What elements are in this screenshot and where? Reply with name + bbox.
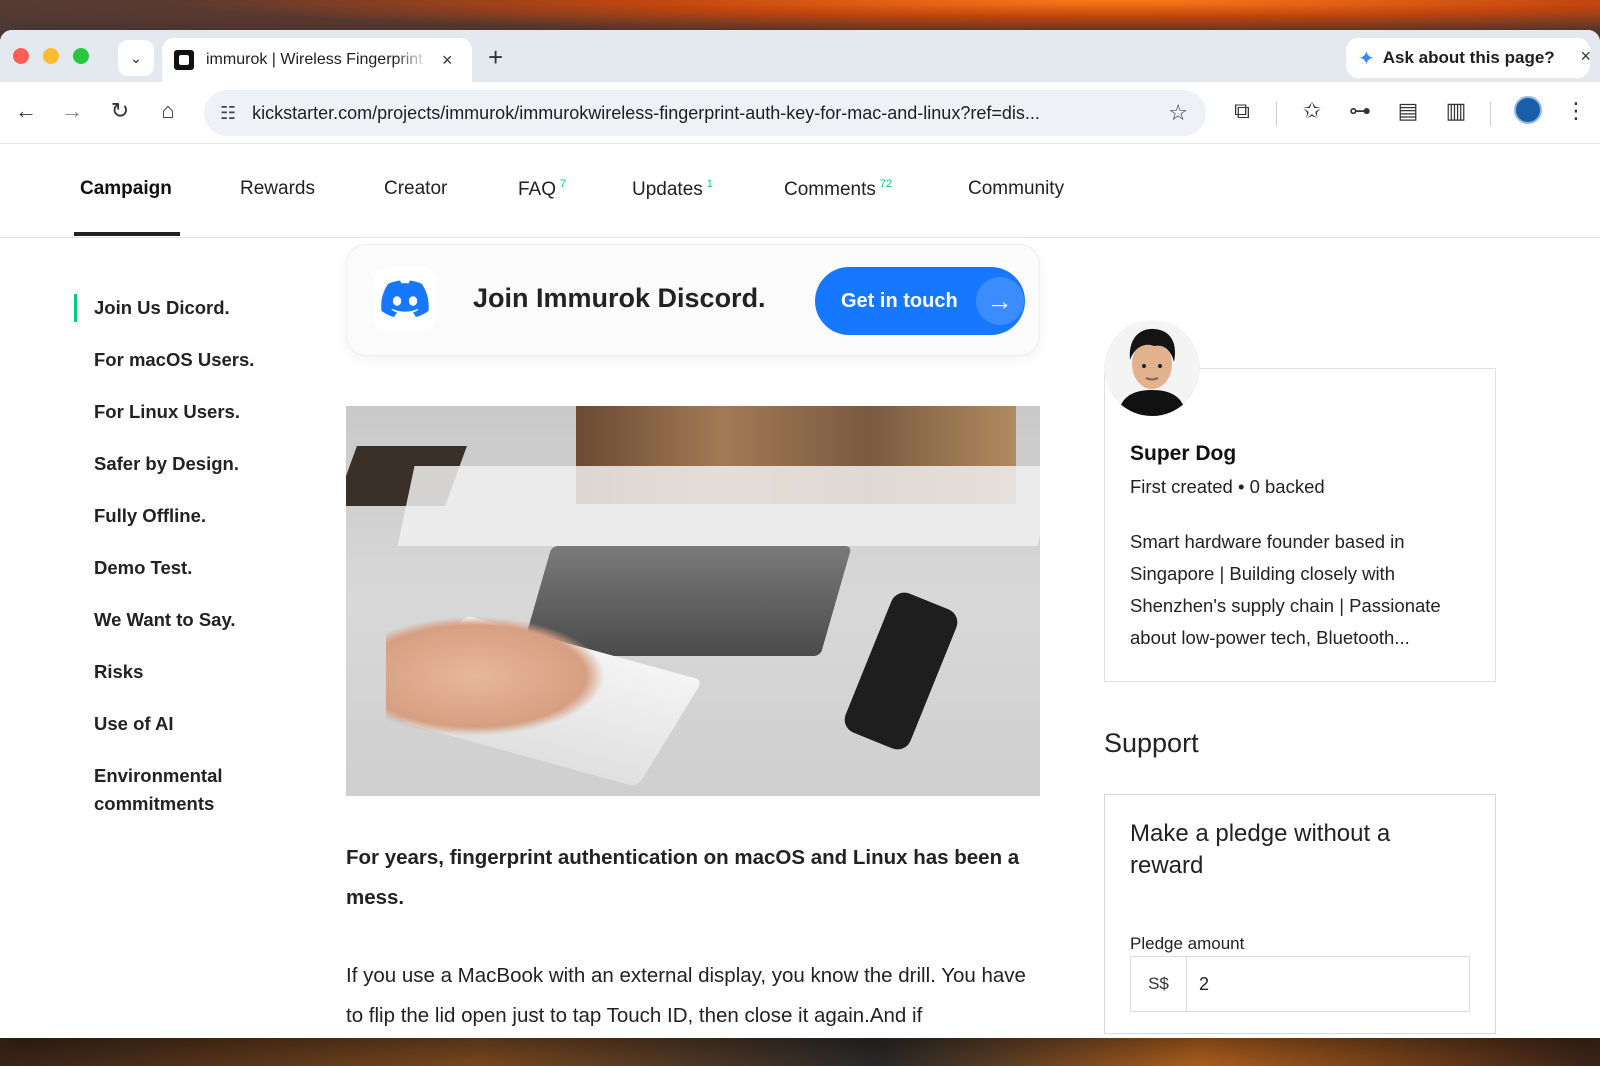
close-window-button[interactable] [13, 48, 29, 64]
arrow-right-icon: → [975, 277, 1024, 325]
pledge-title: Make a pledge without a reward [1130, 820, 1391, 879]
url-text[interactable]: kickstarter.com/projects/immurok/immurok… [252, 103, 1152, 124]
kickstarter-favicon-icon [174, 50, 194, 70]
creator-meta: First created • 0 backed [1130, 476, 1325, 497]
updates-count-badge: 1 [706, 178, 713, 190]
toc-item[interactable]: We Want to Say. [74, 606, 314, 658]
tab-close-icon[interactable]: × [442, 50, 453, 71]
creator-name[interactable]: Super Dog [1130, 442, 1236, 466]
active-tab[interactable]: immurok | Wireless Fingerprint × [162, 38, 472, 82]
browser-window: ⌄ immurok | Wireless Fingerprint × + ✦ A… [0, 30, 1600, 1038]
tab-community[interactable]: Community [968, 178, 1064, 200]
address-bar[interactable]: ☷ kickstarter.com/projects/immurok/immur… [204, 90, 1206, 136]
back-arrow-icon[interactable]: ← [12, 98, 40, 124]
reading-mode-icon[interactable]: ▤ [1394, 98, 1422, 124]
more-menu-icon[interactable]: ⋮ [1562, 98, 1590, 124]
toc-item[interactable]: Environmental commitments [74, 762, 314, 822]
campaign-nav: Campaign Rewards Creator FAQ 7 Updates 1 C… [0, 144, 1600, 238]
faq-count-badge: 7 [560, 178, 567, 190]
link-icon[interactable]: ⊶ [1346, 98, 1374, 124]
tab-comments[interactable]: Comments 72 [784, 178, 892, 201]
reload-icon[interactable]: ↻ [106, 98, 134, 124]
toc-item[interactable]: Join Us Dicord. [74, 294, 314, 322]
tab-updates[interactable]: Updates 1 [632, 178, 713, 201]
minimize-window-button[interactable] [43, 48, 59, 64]
tab-title: immurok | Wireless Fingerprint [206, 51, 423, 68]
toc-item[interactable]: Fully Offline. [74, 502, 314, 554]
toc-item[interactable]: For Linux Users. [74, 398, 314, 450]
bookmark-star-icon[interactable]: ☆ [1168, 100, 1188, 126]
toolbar-divider [1490, 102, 1491, 126]
ask-about-page-label: Ask about this page? [1382, 48, 1555, 67]
tab-campaign[interactable]: Campaign [80, 178, 172, 200]
hero-hands [386, 616, 606, 736]
hero-phone [840, 588, 962, 754]
creator-bio: Smart hardware founder based in Singapor… [1130, 531, 1441, 648]
favorites-star-icon[interactable]: ✩ [1298, 98, 1326, 124]
get-in-touch-button[interactable]: Get in touch → [815, 267, 1025, 335]
currency-prefix: S$ [1131, 957, 1187, 1011]
site-settings-icon[interactable]: ☷ [220, 103, 236, 124]
tab-creator[interactable]: Creator [384, 178, 447, 200]
discord-title: Join Immurok Discord. [473, 283, 766, 313]
get-in-touch-label: Get in touch [841, 289, 958, 312]
profile-avatar-icon[interactable] [1514, 96, 1542, 124]
toc-item[interactable]: Safer by Design. [74, 450, 314, 502]
hero-shelf [397, 466, 1040, 546]
tab-rewards[interactable]: Rewards [240, 178, 315, 200]
tab-search-button[interactable]: ⌄ [118, 40, 154, 76]
browser-toolbar: ← → ↻ ⌂ ☷ kickstarter.com/projects/immur… [0, 82, 1600, 144]
pledge-amount-input[interactable]: S$ 2 [1130, 956, 1470, 1012]
chevron-down-icon: ⌄ [130, 49, 142, 66]
toc-item[interactable]: For macOS Users. [74, 346, 314, 398]
story-paragraph: If you use a MacBook with an external di… [346, 964, 1026, 1027]
story-table-of-contents: Join Us Dicord. For macOS Users. For Lin… [74, 294, 314, 822]
new-tab-button[interactable]: + [488, 42, 503, 73]
comments-count-badge: 72 [879, 178, 893, 190]
active-tab-underline [74, 232, 180, 236]
extensions-puzzle-icon[interactable]: ⧉ [1228, 98, 1256, 124]
creator-avatar[interactable] [1104, 320, 1200, 416]
sparkle-icon: ✦ [1358, 47, 1375, 70]
discord-icon [373, 267, 437, 331]
toc-item[interactable]: Demo Test. [74, 554, 314, 606]
ask-about-page-button[interactable]: ✦ Ask about this page? × [1346, 38, 1591, 78]
toc-item[interactable]: Risks [74, 658, 314, 710]
maximize-window-button[interactable] [73, 48, 89, 64]
toolbar-divider [1276, 102, 1277, 126]
home-icon[interactable]: ⌂ [154, 98, 182, 124]
story-lead-paragraph: For years, fingerprint authentication on… [346, 846, 1020, 909]
tab-strip: ⌄ immurok | Wireless Fingerprint × + ✦ A… [0, 30, 1600, 82]
pledge-amount-label: Pledge amount [1130, 934, 1245, 953]
toc-item[interactable]: Use of AI [74, 710, 314, 762]
discord-banner: Join Immurok Discord. Get in touch → [346, 244, 1040, 356]
side-panel-icon[interactable]: ▥ [1442, 98, 1470, 124]
ask-close-icon[interactable]: × [1580, 46, 1591, 67]
tab-faq[interactable]: FAQ 7 [518, 178, 566, 201]
pledge-amount-value[interactable]: 2 [1187, 974, 1209, 995]
product-hero-image [346, 406, 1040, 796]
forward-arrow-icon[interactable]: → [58, 98, 86, 124]
support-heading: Support [1104, 728, 1199, 758]
